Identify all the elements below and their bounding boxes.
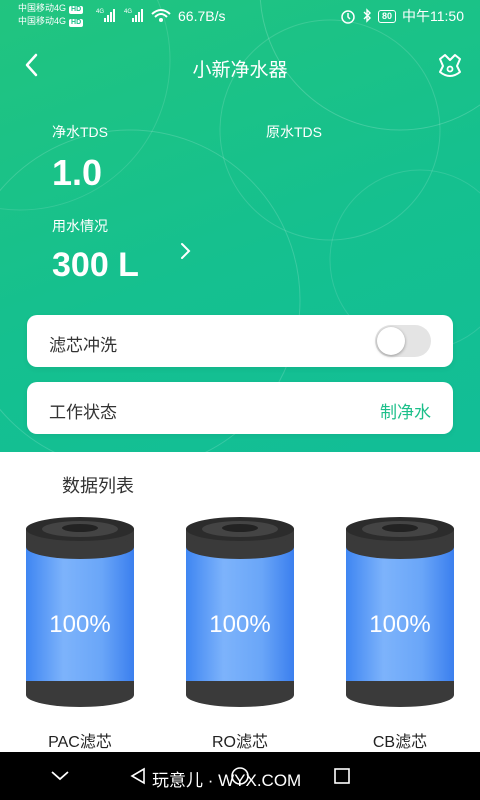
water-usage-value[interactable]: 300 L <box>52 246 139 285</box>
net-speed: 66.7B/s <box>178 8 226 24</box>
data-list-title: 数据列表 <box>62 476 134 496</box>
watermark-text: 玩意儿 · WYX.COM <box>152 771 302 790</box>
signal-wifi-icons: 4G 4G <box>96 9 171 22</box>
water-usage-label: 用水情况 <box>52 218 108 234</box>
filter-flush-toggle[interactable] <box>375 325 431 357</box>
chevron-right-icon[interactable] <box>178 240 194 262</box>
raw-tds-label: 原水TDS <box>266 124 322 140</box>
svg-text:4G: 4G <box>124 9 132 15</box>
clock: 中午11:50 <box>402 8 464 24</box>
carrier-1: 中国移动4G HD <box>18 3 84 14</box>
system-nav-bar: 玩意儿 · WYX.COM <box>0 752 480 800</box>
page-title: 小新净水器 <box>192 60 288 81</box>
status-bar: 中国移动4G HD 中国移动4G HD 4G 4G 66.7B/s 80 中午1… <box>0 0 480 32</box>
purified-tds-value: 1.0 <box>52 152 103 193</box>
work-status-label: 工作状态 <box>49 403 117 422</box>
back-triangle-icon[interactable] <box>128 766 148 786</box>
work-status-card: 工作状态 制净水 <box>27 382 453 434</box>
chevron-down-icon[interactable] <box>50 770 70 782</box>
recents-square-icon[interactable] <box>332 766 352 786</box>
filter-name-pac: PAC滤芯 <box>48 734 112 751</box>
filter-percent: 100% <box>49 611 111 638</box>
battery-icon: 80 <box>377 9 396 23</box>
filter-cartridge-cb: 100% <box>344 515 456 715</box>
filter-flush-card: 滤芯冲洗 <box>27 315 453 367</box>
filter-cartridge-pac: 100% <box>24 515 136 715</box>
toggle-knob <box>377 327 405 355</box>
hd-badge-1: HD <box>69 6 84 14</box>
home-circle-icon[interactable] <box>230 766 250 786</box>
carrier-2-label: 中国移动4G <box>18 16 67 26</box>
carrier-1-label: 中国移动4G <box>18 3 67 13</box>
carrier-2: 中国移动4G HD <box>18 16 84 27</box>
wrench-icon[interactable] <box>434 50 466 82</box>
purified-tds-label: 净水TDS <box>52 124 108 140</box>
alarm-icon <box>341 10 355 24</box>
hero-panel: 中国移动4G HD 中国移动4G HD 4G 4G 66.7B/s 80 中午1… <box>0 0 480 452</box>
filter-flush-label: 滤芯冲洗 <box>49 336 117 355</box>
svg-text:4G: 4G <box>96 9 104 15</box>
filter-name-cb: CB滤芯 <box>372 734 428 751</box>
filter-percent: 100% <box>369 611 431 638</box>
work-status-value: 制净水 <box>380 403 431 422</box>
status-right: 80 中午11:50 <box>340 6 464 26</box>
bluetooth-icon <box>363 8 371 23</box>
filter-cartridge-ro: 100% <box>184 515 296 715</box>
hd-badge-2: HD <box>69 19 84 27</box>
filter-percent: 100% <box>209 611 271 638</box>
filter-name-ro: RO滤芯 <box>211 734 268 751</box>
